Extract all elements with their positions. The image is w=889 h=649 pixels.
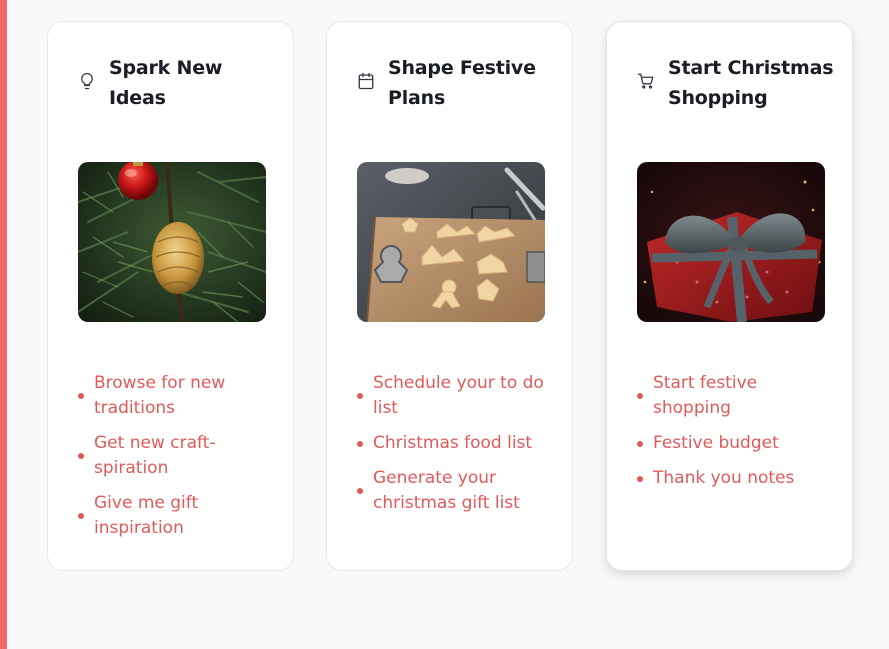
bullet-dot: [78, 393, 84, 399]
card-title: Shape Festive Plans: [388, 57, 536, 109]
gingerbread-cookies-image: [357, 162, 545, 322]
bullet-dot: [357, 440, 363, 447]
bullet-dot: [357, 488, 363, 494]
card-shape-festive-plans: Shape Festive Plans Schedule your to do …: [326, 21, 573, 571]
card-link-list: Schedule your to do list Christmas food …: [357, 371, 558, 526]
card-link-list: Browse for new traditions Get new craft-…: [78, 371, 279, 551]
left-accent-bar: [0, 0, 7, 649]
list-item-festive-budget[interactable]: Festive budget: [637, 431, 838, 456]
bullet-dot: [78, 513, 84, 519]
card-title: Spark New Ideas: [109, 57, 223, 109]
card-title: Start Christmas Shopping: [668, 57, 834, 109]
wrapped-gift-image: [637, 162, 825, 322]
bullet-dot: [357, 393, 363, 399]
card-spark-new-ideas: Spark New Ideas Browse for new tradition…: [47, 21, 294, 571]
card-header: Shape Festive Plans: [357, 53, 556, 113]
calendar-icon: [357, 72, 375, 90]
list-item-thank-you-notes[interactable]: Thank you notes: [637, 466, 838, 491]
list-item-browse-traditions[interactable]: Browse for new traditions: [78, 371, 279, 421]
card-header: Start Christmas Shopping: [637, 53, 836, 113]
list-item-craft-spiration[interactable]: Get new craft-spiration: [78, 431, 279, 481]
christmas-tree-ornament-image: [78, 162, 266, 322]
list-item-gift-inspiration[interactable]: Give me gift inspiration: [78, 491, 279, 541]
shopping-cart-icon: [637, 72, 655, 90]
card-start-christmas-shopping: Start Christmas Shopping Start festive s…: [606, 21, 853, 571]
list-item-schedule-todo[interactable]: Schedule your to do list: [357, 371, 558, 421]
bullet-dot: [637, 475, 643, 482]
lightbulb-icon: [78, 72, 96, 90]
list-item-festive-shopping[interactable]: Start festive shopping: [637, 371, 838, 421]
card-header: Spark New Ideas: [78, 53, 277, 113]
list-item-christmas-food-list[interactable]: Christmas food list: [357, 431, 558, 456]
list-item-gift-list[interactable]: Generate your christmas gift list: [357, 466, 558, 516]
bullet-dot: [637, 440, 643, 447]
card-link-list: Start festive shopping Festive budget Th…: [637, 371, 838, 501]
bullet-dot: [78, 453, 84, 459]
bullet-dot: [637, 393, 643, 399]
